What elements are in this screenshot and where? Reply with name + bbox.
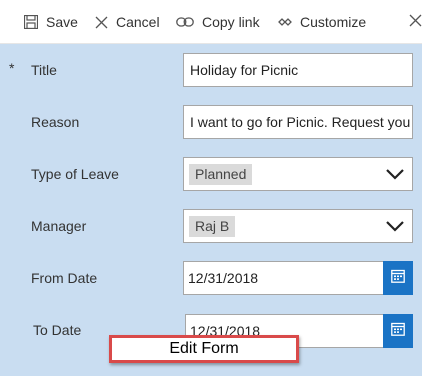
- copy-link-label: Copy link: [202, 14, 260, 30]
- command-bar: Save Cancel Copy link Customize: [0, 0, 422, 44]
- type-of-leave-label: Type of Leave: [31, 166, 119, 182]
- cancel-icon: [95, 16, 108, 29]
- form-body: * Title Holiday for Picnic Reason I want…: [0, 44, 422, 376]
- manager-value: Raj B: [189, 216, 236, 237]
- to-date-calendar-button[interactable]: [383, 314, 413, 348]
- save-label: Save: [46, 14, 78, 30]
- reason-label: Reason: [31, 114, 80, 130]
- edit-form-annotation: Edit Form: [109, 335, 299, 363]
- save-icon: [24, 15, 38, 29]
- from-date-calendar-button[interactable]: [383, 261, 413, 295]
- customize-icon: [278, 16, 292, 28]
- title-row: * Title Holiday for Picnic: [0, 53, 422, 87]
- title-value: Holiday for Picnic: [190, 62, 299, 78]
- calendar-icon: [391, 269, 405, 288]
- manager-label: Manager: [31, 218, 87, 234]
- customize-label: Customize: [300, 14, 367, 30]
- required-marker: *: [9, 60, 15, 76]
- reason-row: Reason I want to go for Picnic. Request …: [0, 105, 422, 139]
- chevron-down-icon[interactable]: [385, 218, 405, 237]
- manager-dropdown[interactable]: Raj B: [183, 209, 413, 243]
- customize-button[interactable]: Customize: [278, 0, 366, 44]
- cancel-button[interactable]: Cancel: [95, 0, 160, 44]
- reason-value: I want to go for Picnic. Request you: [190, 114, 411, 130]
- from-date-input[interactable]: 12/31/2018: [183, 261, 383, 295]
- cancel-label: Cancel: [116, 14, 160, 30]
- close-icon[interactable]: [409, 14, 422, 32]
- from-date-label: From Date: [31, 270, 98, 286]
- type-of-leave-dropdown[interactable]: Planned: [183, 157, 413, 191]
- manager-row: Manager Raj B: [0, 209, 422, 243]
- save-button[interactable]: Save: [24, 0, 78, 44]
- link-icon: [176, 16, 194, 28]
- to-date-label: To Date: [33, 322, 82, 338]
- reason-field[interactable]: I want to go for Picnic. Request you: [183, 105, 413, 139]
- title-field[interactable]: Holiday for Picnic: [183, 53, 413, 87]
- from-date-row: From Date 12/31/2018: [0, 261, 422, 295]
- from-date-value: 12/31/2018: [188, 270, 259, 286]
- chevron-down-icon[interactable]: [385, 166, 405, 185]
- title-label: Title: [31, 62, 57, 78]
- copy-link-button[interactable]: Copy link: [176, 0, 260, 44]
- type-of-leave-value: Planned: [189, 164, 253, 185]
- edit-form-page: Save Cancel Copy link Customize * Title …: [0, 0, 422, 376]
- calendar-icon: [391, 322, 405, 341]
- type-of-leave-row: Type of Leave Planned: [0, 157, 422, 191]
